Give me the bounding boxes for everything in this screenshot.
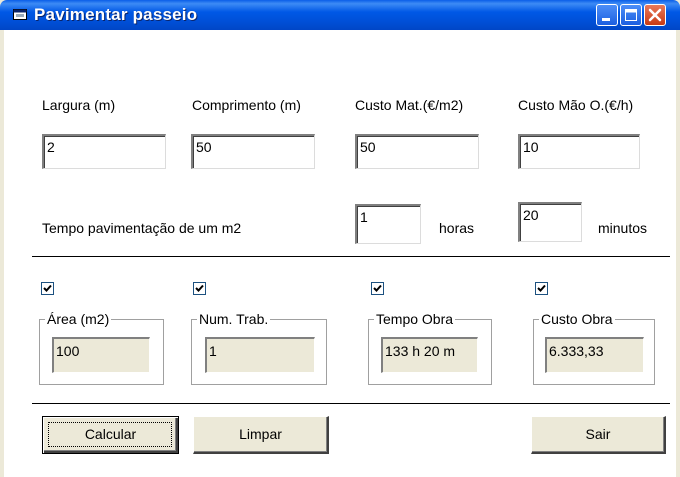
checkmark-icon [537, 284, 546, 292]
minutos-label: minutos [598, 220, 648, 236]
largura-label: Largura (m) [42, 97, 116, 113]
maximize-icon [625, 9, 637, 21]
custo-obra-checkbox[interactable] [535, 282, 548, 295]
minutos-input[interactable]: 20 [518, 202, 582, 242]
custo-mao-input[interactable]: 10 [518, 134, 640, 169]
custo-mat-label: Custo Mat.(€/m2) [355, 97, 464, 113]
horas-input[interactable]: 1 [355, 204, 421, 244]
num-trab-value: 1 [205, 337, 315, 373]
checkmark-icon [373, 284, 382, 292]
area-label: Área (m2) [45, 311, 112, 327]
calcular-label: Calcular [84, 426, 137, 442]
sair-button[interactable]: Sair [531, 416, 666, 454]
divider-top [32, 256, 670, 257]
app-window: Pavimentar passeio Largura (m) Comprimen… [0, 0, 680, 477]
form-client-area: Largura (m) Comprimento (m) Custo Mat.(€… [4, 30, 676, 477]
title-bar[interactable]: Pavimentar passeio [0, 0, 680, 30]
area-group: Área (m2) 100 [39, 311, 164, 385]
comprimento-input[interactable]: 50 [191, 134, 315, 169]
tempo-obra-group: Tempo Obra 133 h 20 m [368, 311, 492, 385]
custo-obra-label: Custo Obra [539, 311, 615, 327]
custo-mao-label: Custo Mão O.(€/h) [518, 97, 634, 113]
tempo-obra-label: Tempo Obra [374, 311, 456, 327]
tempo-pavimentacao-label: Tempo pavimentação de um m2 [42, 220, 242, 236]
window-title: Pavimentar passeio [34, 5, 198, 24]
minimize-icon [602, 18, 610, 21]
num-trab-label: Num. Trab. [197, 311, 271, 327]
checkmark-icon [43, 284, 52, 292]
calcular-button[interactable]: Calcular [42, 416, 179, 454]
comprimento-label: Comprimento (m) [192, 97, 301, 113]
num-trab-group: Num. Trab. 1 [191, 311, 327, 385]
checkmark-icon [195, 284, 204, 292]
limpar-button[interactable]: Limpar [193, 416, 329, 454]
custo-obra-group: Custo Obra 6.333,33 [533, 311, 655, 385]
tempo-obra-checkbox[interactable] [371, 282, 384, 295]
num-trab-checkbox[interactable] [193, 282, 206, 295]
custo-obra-value: 6.333,33 [545, 337, 644, 373]
horas-label: horas [439, 220, 475, 236]
maximize-button[interactable] [620, 4, 642, 26]
area-value: 100 [52, 337, 150, 373]
custo-mat-input[interactable]: 50 [355, 134, 479, 169]
close-icon [648, 8, 662, 22]
tempo-obra-value: 133 h 20 m [381, 337, 478, 373]
limpar-label: Limpar [239, 426, 282, 442]
close-button[interactable] [644, 4, 666, 26]
largura-input[interactable]: 2 [42, 134, 166, 169]
area-checkbox[interactable] [41, 282, 54, 295]
minimize-button[interactable] [596, 4, 618, 26]
divider-bottom [32, 403, 670, 404]
app-icon [13, 9, 27, 20]
sair-label: Sair [585, 426, 611, 442]
